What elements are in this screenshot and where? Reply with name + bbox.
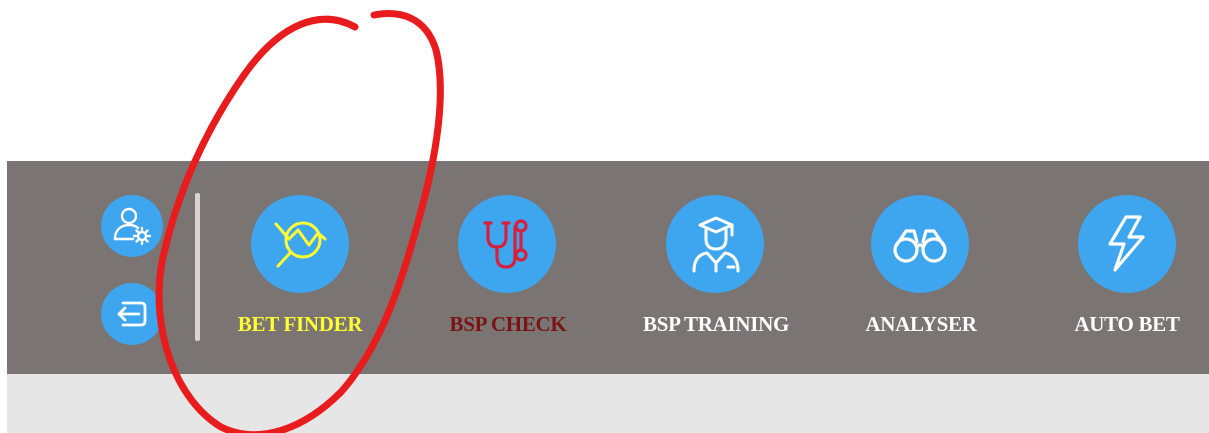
binoculars-icon	[893, 229, 947, 263]
bet-finder-icon-circle	[251, 195, 349, 293]
analyser-icon-circle	[871, 195, 969, 293]
nav-item-bet-finder[interactable]: BET FINDER	[215, 195, 385, 345]
logout-icon	[117, 301, 147, 327]
nav-label-bet-finder: BET FINDER	[237, 312, 363, 336]
graduate-icon	[692, 216, 740, 273]
account-settings-button[interactable]	[101, 195, 163, 257]
nav-item-bsp-training[interactable]: BSP TRAINING	[631, 195, 801, 345]
stethoscope-icon	[483, 219, 528, 269]
nav-label-auto-bet: AUTO BET	[1074, 312, 1180, 336]
main-toolbar	[7, 161, 1209, 374]
page: BET FINDER BSP CHECK BSP TRAINING ANALYS…	[0, 0, 1209, 433]
nav-item-bsp-check[interactable]: BSP CHECK	[423, 195, 593, 345]
user-gear-icon	[113, 207, 152, 246]
nav-label-bsp-training: BSP TRAINING	[643, 312, 789, 336]
nav-item-auto-bet[interactable]: AUTO BET	[1042, 195, 1209, 345]
nav-label-bsp-check: BSP CHECK	[449, 312, 567, 336]
logout-button[interactable]	[101, 283, 163, 345]
auto-bet-icon-circle	[1078, 195, 1176, 293]
nav-item-analyser[interactable]: ANALYSER	[836, 195, 1006, 345]
toolbar-divider	[195, 193, 200, 341]
lightning-icon	[1108, 215, 1145, 272]
nav-label-analyser: ANALYSER	[865, 312, 977, 336]
bsp-check-icon-circle	[458, 195, 556, 293]
content-area	[7, 374, 1209, 433]
chart-search-icon	[274, 221, 327, 268]
bsp-training-icon-circle	[666, 195, 764, 293]
